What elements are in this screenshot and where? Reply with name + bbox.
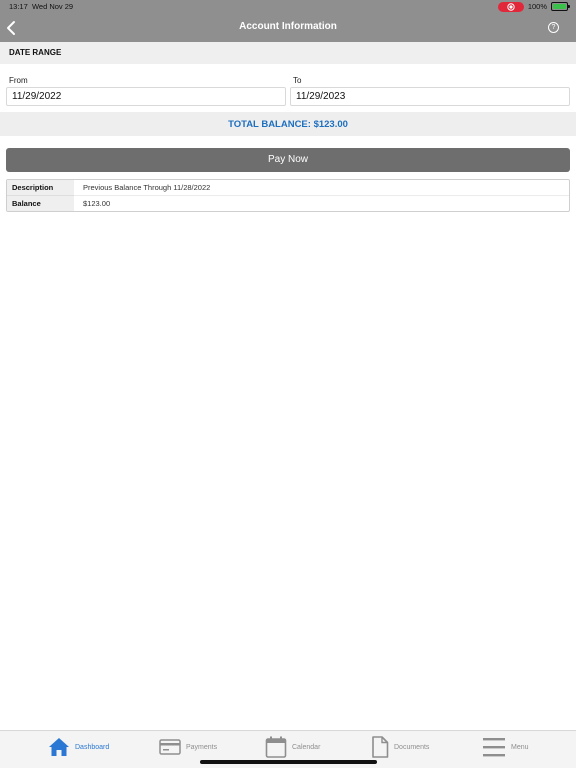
balance-details-table: Description Previous Balance Through 11/…: [6, 179, 570, 212]
tab-menu[interactable]: Menu: [482, 735, 529, 759]
total-balance-bar: TOTAL BALANCE: $123.00: [0, 112, 576, 136]
battery-percent: 100%: [527, 2, 547, 11]
battery-icon: [551, 2, 570, 11]
date-range-heading: DATE RANGE: [9, 48, 62, 57]
tab-dashboard[interactable]: Dashboard: [48, 735, 109, 759]
tab-documents-label: Documents: [394, 743, 430, 751]
from-date-input[interactable]: [6, 87, 286, 106]
page-title: Account Information: [239, 21, 337, 32]
date-range-header: DATE RANGE: [0, 42, 576, 64]
description-key: Description: [7, 180, 74, 196]
menu-icon: [483, 738, 505, 757]
tab-payments[interactable]: Payments: [159, 735, 217, 759]
help-icon[interactable]: ?: [548, 22, 559, 33]
tab-payments-label: Payments: [186, 743, 218, 751]
to-date-input[interactable]: [290, 87, 570, 106]
status-indicators: 100%: [497, 1, 570, 12]
tab-menu-label: Menu: [511, 743, 529, 751]
pay-now-button[interactable]: Pay Now: [6, 148, 570, 172]
balance-value: $123.00: [83, 199, 111, 208]
top-bar: 13:17 Wed Nov 29 100% Account Informatio…: [0, 0, 576, 42]
tab-calendar-label: Calendar: [292, 743, 321, 751]
tab-calendar[interactable]: Calendar: [265, 735, 320, 759]
description-value: Previous Balance Through 11/28/2022: [74, 180, 569, 196]
home-indicator: [200, 760, 377, 764]
screen-recording-icon: [497, 1, 524, 12]
tab-documents[interactable]: Documents: [371, 735, 429, 759]
to-label: To: [293, 76, 302, 85]
document-icon: [372, 736, 389, 758]
total-balance: TOTAL BALANCE: $123.00: [228, 119, 348, 130]
home-icon: [49, 738, 69, 756]
credit-card-icon: [159, 739, 181, 755]
balance-key: Balance: [7, 196, 74, 211]
from-label: From: [9, 76, 28, 85]
tab-dashboard-label: Dashboard: [75, 743, 110, 751]
calendar-icon: [265, 736, 287, 758]
status-time: 13:17 Wed Nov 29: [9, 2, 74, 11]
